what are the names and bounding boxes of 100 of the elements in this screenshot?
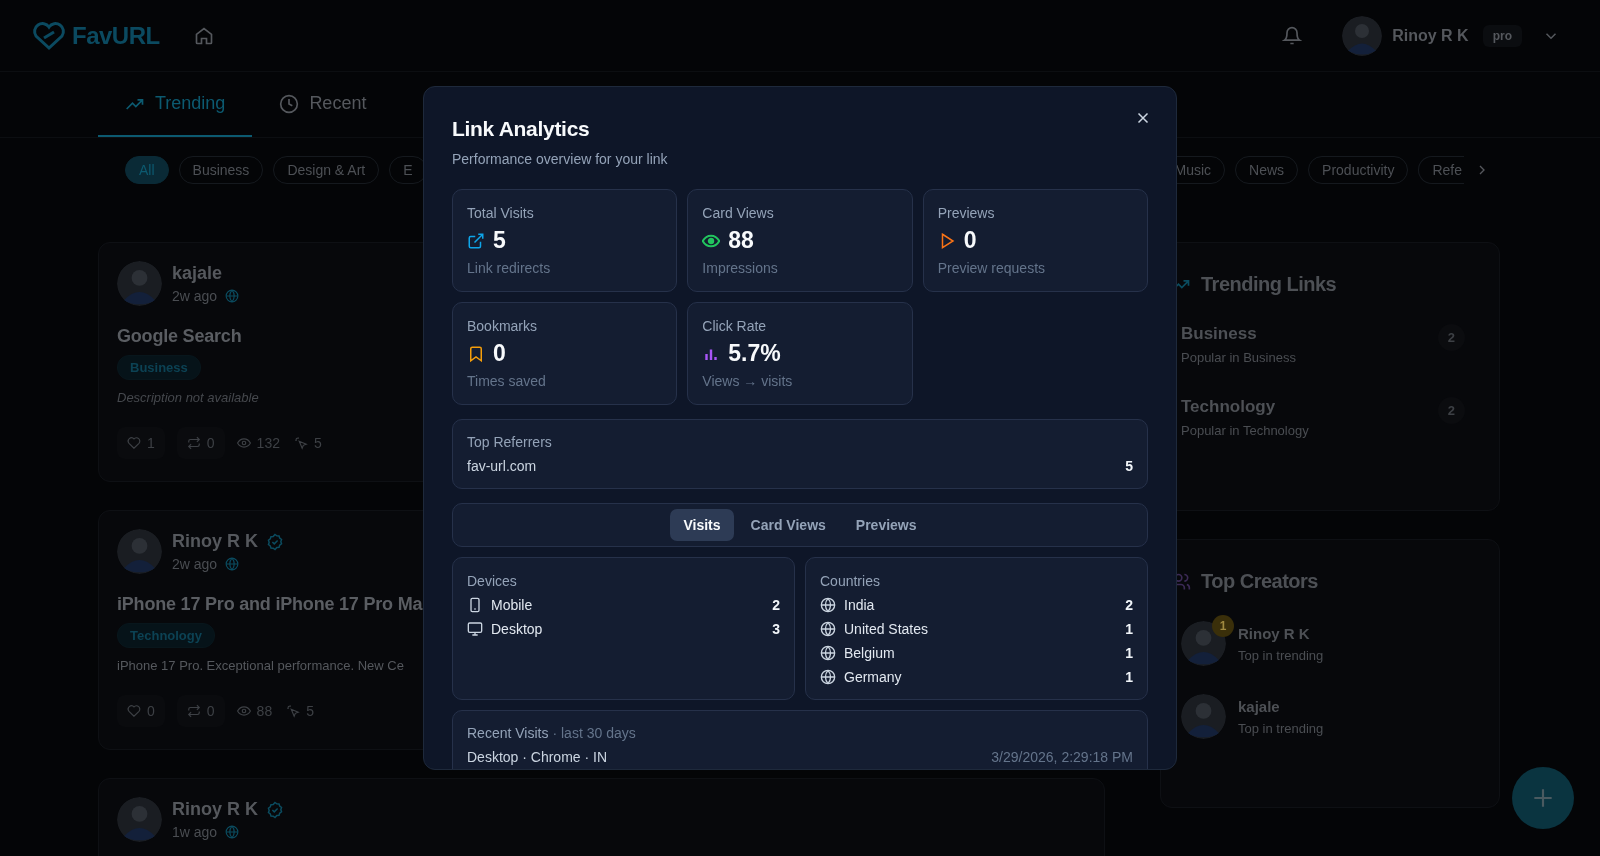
- heart-icon: [127, 436, 141, 450]
- view-count: 88: [256, 703, 273, 719]
- referrer-count: 5: [1125, 458, 1133, 474]
- device-count: 3: [772, 621, 780, 637]
- globe-icon: [820, 645, 836, 661]
- stat-note: Views → visits: [702, 373, 794, 389]
- heart-icon: [127, 704, 141, 718]
- stat-value: 5.7%: [728, 340, 781, 367]
- visit-time: 3/29/2026, 2:29:18 PM: [991, 749, 1133, 765]
- country-name: India: [844, 597, 876, 613]
- globe-icon: [820, 669, 836, 685]
- eye-icon: [236, 436, 251, 450]
- analytics-tab[interactable]: Visits: [670, 509, 734, 541]
- avatar: [117, 529, 162, 574]
- home-icon[interactable]: [193, 25, 214, 46]
- country-count: 1: [1125, 621, 1133, 637]
- visit-details: Desktop · Chrome · IN: [467, 749, 608, 765]
- user-name[interactable]: Rinoy R K: [1392, 26, 1469, 45]
- stat-note: Times saved: [467, 373, 547, 389]
- device-name: Desktop: [491, 621, 544, 637]
- post-time: 1w ago: [172, 824, 218, 840]
- creator-subtitle: Top in trending: [1238, 647, 1324, 663]
- category-chip[interactable]: All: [125, 156, 169, 184]
- notification-bell-icon[interactable]: [1282, 25, 1303, 46]
- post-description: iPhone 17 Pro. Exceptional performance. New Ce: [117, 658, 405, 673]
- country-count: 1: [1125, 669, 1133, 685]
- card-title: Devices: [467, 573, 518, 589]
- country-name: Germany: [844, 669, 903, 685]
- plan-badge: pro: [1482, 24, 1522, 47]
- rank-badge: 1: [1212, 615, 1234, 637]
- trending-category[interactable]: Technology: [1181, 397, 1309, 417]
- stat-value: 88: [728, 227, 754, 254]
- category-tag[interactable]: Technology: [117, 623, 215, 648]
- creator-subtitle: Top in trending: [1238, 720, 1324, 736]
- period-label: · last 30 days: [552, 725, 636, 741]
- device-name: Mobile: [491, 597, 534, 613]
- trending-category[interactable]: Business: [1181, 324, 1296, 344]
- stat-label: Bookmarks: [467, 318, 539, 334]
- author-name[interactable]: Rinoy R K: [172, 799, 258, 820]
- trending-subtitle: Popular in Business: [1181, 350, 1296, 365]
- stat-label: Previews: [937, 205, 996, 221]
- category-tag[interactable]: Business: [117, 355, 201, 380]
- stat-value: 0: [963, 227, 977, 254]
- dialog-subtitle: Performance overview for your link: [452, 151, 669, 167]
- stat-label: Total Visits: [467, 205, 535, 221]
- stat-note: Link redirects: [467, 260, 552, 276]
- verified-icon: [266, 800, 284, 819]
- globe-icon: [820, 621, 836, 637]
- referrer-domain: fav-url.com: [467, 458, 537, 474]
- card-title: Top Referrers: [467, 434, 553, 450]
- logo-text[interactable]: FavURL: [72, 21, 160, 50]
- post-time: 2w ago: [172, 288, 218, 304]
- globe-icon: [820, 597, 836, 613]
- creator-name[interactable]: kajale: [1238, 697, 1324, 715]
- author-name[interactable]: Rinoy R K: [172, 531, 258, 552]
- device-count: 2: [772, 597, 780, 613]
- repost-icon: [186, 436, 201, 450]
- avatar: [1181, 694, 1226, 739]
- repost-icon: [186, 704, 201, 718]
- globe-icon: [225, 289, 240, 303]
- globe-icon: [225, 825, 240, 839]
- monitor-icon: [467, 621, 483, 637]
- section-title: Top Creators: [1201, 570, 1318, 593]
- post-description: Description not available: [117, 390, 260, 405]
- stat-value: 5: [493, 227, 506, 254]
- stat-value: 0: [493, 340, 506, 367]
- country-count: 1: [1125, 645, 1133, 661]
- stat-note: Impressions: [702, 260, 779, 276]
- verified-icon: [266, 532, 284, 551]
- eye-icon: [236, 704, 251, 718]
- post-time: 2w ago: [172, 556, 218, 572]
- globe-icon: [225, 557, 240, 571]
- card-title: Recent Visits: [467, 725, 549, 741]
- avatar: [1181, 621, 1226, 666]
- view-count: 132: [256, 435, 280, 451]
- avatar: [117, 261, 162, 306]
- trending-subtitle: Popular in Technology: [1181, 423, 1309, 438]
- author-name[interactable]: kajale: [172, 263, 223, 284]
- stat-note: Preview requests: [937, 260, 1047, 276]
- feed-tab[interactable]: Trending: [98, 72, 253, 137]
- analytics-tab[interactable]: Previews: [842, 509, 930, 541]
- country-name: United States: [844, 621, 930, 637]
- stat-label: Click Rate: [702, 318, 768, 334]
- phone-icon: [467, 597, 483, 613]
- logo-icon: [30, 20, 68, 51]
- click-icon: [286, 704, 301, 718]
- avatar: [117, 797, 162, 842]
- click-count: 5: [306, 703, 314, 719]
- country-count: 2: [1125, 597, 1133, 613]
- section-title: Trending Links: [1201, 273, 1337, 296]
- card-title: Countries: [820, 573, 881, 589]
- analytics-tab[interactable]: Card Views: [737, 509, 839, 541]
- stat-label: Card Views: [702, 205, 775, 221]
- clock-icon: [279, 93, 300, 114]
- feed-tab[interactable]: Recent: [252, 72, 394, 137]
- avatar: [1342, 15, 1383, 56]
- click-icon: [293, 436, 308, 450]
- creator-name[interactable]: Rinoy R K: [1238, 624, 1324, 642]
- country-name: Belgium: [844, 645, 896, 661]
- click-count: 5: [313, 435, 322, 451]
